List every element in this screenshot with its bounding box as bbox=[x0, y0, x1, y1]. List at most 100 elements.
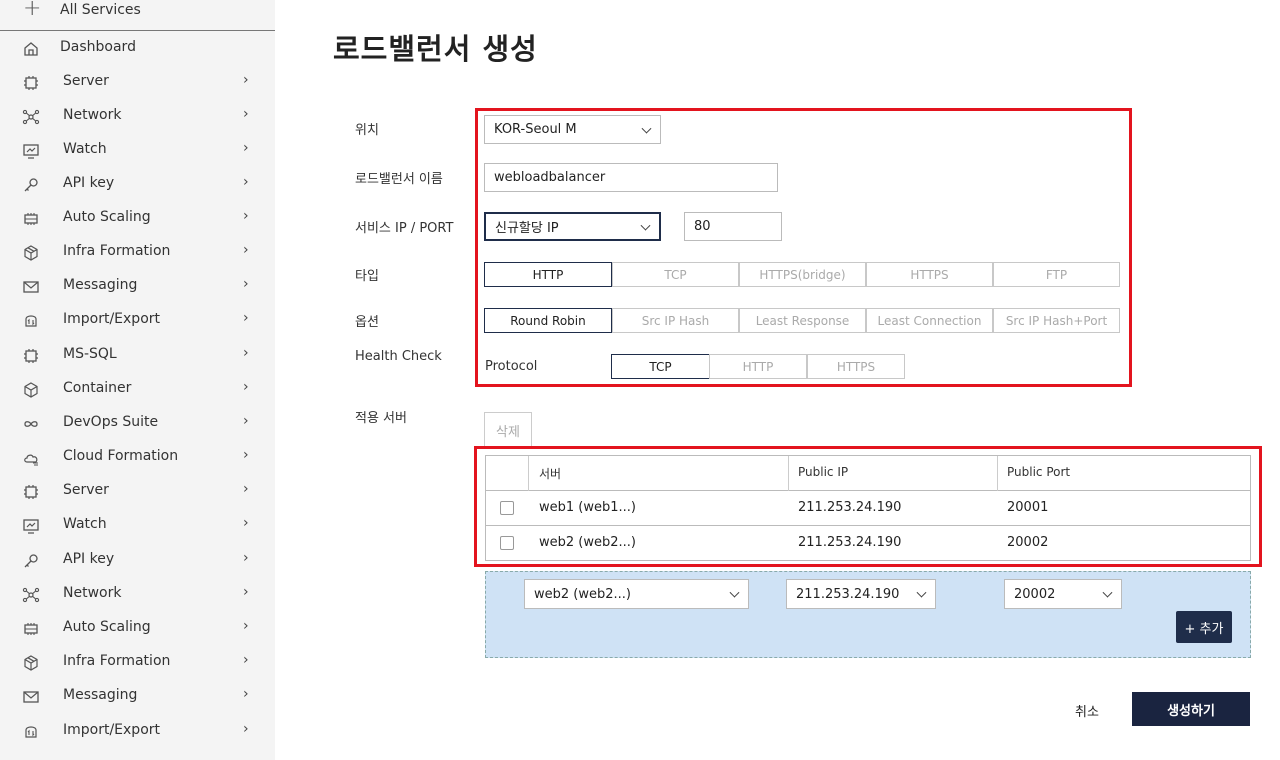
cancel-button[interactable]: 취소 bbox=[1075, 701, 1099, 720]
type-label: 타입 bbox=[355, 269, 379, 284]
chevron-right-icon: › bbox=[243, 618, 249, 634]
sidebar-item-label: Watch bbox=[63, 141, 107, 157]
add-ip-value: 211.253.24.190 bbox=[796, 586, 900, 602]
health-check-label: Health Check bbox=[355, 349, 442, 364]
option-label: 옵션 bbox=[355, 315, 379, 330]
chevron-right-icon: › bbox=[243, 345, 249, 361]
chevron-right-icon: › bbox=[243, 140, 249, 156]
sidebar-item-label: DevOps Suite bbox=[63, 414, 159, 430]
sidebar-item-watch[interactable]: Watch › bbox=[0, 133, 275, 167]
box-icon bbox=[22, 381, 40, 399]
chevron-right-icon: › bbox=[243, 106, 249, 122]
location-label: 위치 bbox=[355, 123, 379, 138]
applied-servers-label: 적용 서버 bbox=[355, 411, 407, 426]
create-button[interactable]: 생성하기 bbox=[1132, 692, 1250, 726]
chip-icon bbox=[22, 347, 40, 365]
sidebar-item-auto-scaling[interactable]: Auto Scaling › bbox=[0, 201, 275, 235]
chevron-right-icon: › bbox=[243, 447, 249, 463]
sidebar-item-label: Auto Scaling bbox=[63, 619, 151, 635]
sidebar-item-ms-sql[interactable]: MS-SQL › bbox=[0, 338, 275, 372]
sidebar-item-label: Cloud Formation bbox=[63, 448, 179, 464]
chip-icon bbox=[22, 483, 40, 501]
home-icon bbox=[22, 40, 40, 58]
sidebar-item-watch-2[interactable]: Watch › bbox=[0, 508, 275, 542]
chevron-right-icon: › bbox=[243, 413, 249, 429]
chevron-right-icon: › bbox=[243, 174, 249, 190]
sidebar-item-label: API key bbox=[63, 175, 115, 191]
sidebar-item-devops-suite[interactable]: DevOps Suite › bbox=[0, 406, 275, 440]
chevron-down-icon bbox=[1102, 587, 1113, 598]
cube-icon bbox=[22, 244, 40, 262]
cloud-icon bbox=[22, 449, 40, 467]
name-label: 로드밸런서 이름 bbox=[355, 172, 443, 187]
sidebar-item-label: Messaging bbox=[63, 687, 138, 703]
chevron-right-icon: › bbox=[243, 72, 249, 88]
sidebar-item-api-key[interactable]: API key › bbox=[0, 167, 275, 201]
sidebar-item-container[interactable]: Container › bbox=[0, 372, 275, 406]
chevron-right-icon: › bbox=[243, 379, 249, 395]
sidebar-item-server-2[interactable]: Server › bbox=[0, 474, 275, 508]
sidebar-item-label: MS-SQL bbox=[63, 346, 117, 362]
sidebar-item-label: Import/Export bbox=[63, 311, 161, 327]
chip-icon bbox=[22, 74, 40, 92]
chevron-down-icon bbox=[916, 587, 927, 598]
sidebar-item-label: Infra Formation bbox=[63, 653, 171, 669]
sidebar-item-label: Network bbox=[63, 585, 122, 601]
chevron-right-icon: › bbox=[243, 276, 249, 292]
chevron-right-icon: › bbox=[243, 686, 249, 702]
add-server-value: web2 (web2...) bbox=[534, 586, 631, 602]
plus-icon: + bbox=[23, 0, 42, 21]
scaling-icon bbox=[22, 210, 40, 228]
sidebar-item-cloud-formation[interactable]: Cloud Formation › bbox=[0, 440, 275, 474]
table-highlight-box bbox=[474, 446, 1262, 567]
chevron-right-icon: › bbox=[243, 310, 249, 326]
sidebar-item-messaging[interactable]: Messaging › bbox=[0, 269, 275, 303]
sidebar-item-infra-formation[interactable]: Infra Formation › bbox=[0, 235, 275, 269]
sidebar-item-api-key-2[interactable]: API key › bbox=[0, 543, 275, 577]
chevron-right-icon: › bbox=[243, 584, 249, 600]
cube-icon bbox=[22, 654, 40, 672]
transfer-icon bbox=[22, 312, 40, 330]
sidebar-item-auto-scaling-2[interactable]: Auto Scaling › bbox=[0, 611, 275, 645]
monitor-chart-icon bbox=[22, 517, 40, 535]
chevron-right-icon: › bbox=[243, 652, 249, 668]
add-port-select[interactable]: 20002 bbox=[1004, 579, 1122, 609]
sidebar-item-dashboard[interactable]: Dashboard bbox=[0, 31, 275, 65]
sidebar-item-label: Watch bbox=[63, 516, 107, 532]
sidebar-item-import-export-2[interactable]: Import/Export › bbox=[0, 714, 275, 748]
add-ip-select[interactable]: 211.253.24.190 bbox=[786, 579, 936, 609]
sidebar-item-label: Auto Scaling bbox=[63, 209, 151, 225]
sidebar-item-label: Network bbox=[63, 107, 122, 123]
sidebar-item-network[interactable]: Network › bbox=[0, 99, 275, 133]
service-ip-port-label: 서비스 IP / PORT bbox=[355, 221, 454, 236]
delete-button[interactable]: 삭제 bbox=[484, 412, 532, 448]
scaling-icon bbox=[22, 620, 40, 638]
transfer-icon bbox=[22, 723, 40, 741]
sidebar-item-label: Server bbox=[63, 482, 109, 498]
chevron-right-icon: › bbox=[243, 481, 249, 497]
sidebar-item-import-export[interactable]: Import/Export › bbox=[0, 303, 275, 337]
settings-highlight-box bbox=[475, 108, 1132, 387]
key-icon bbox=[22, 176, 40, 194]
envelope-icon bbox=[22, 688, 40, 706]
all-services-button[interactable]: + All Services bbox=[0, 0, 275, 31]
envelope-icon bbox=[22, 278, 40, 296]
sidebar-item-label: Infra Formation bbox=[63, 243, 171, 259]
add-button[interactable]: + 추가 bbox=[1176, 611, 1232, 643]
chevron-right-icon: › bbox=[243, 242, 249, 258]
sidebar-item-label: Dashboard bbox=[60, 39, 136, 55]
sidebar-item-label: Server bbox=[63, 73, 109, 89]
chevron-right-icon: › bbox=[243, 208, 249, 224]
chevron-down-icon bbox=[729, 587, 740, 598]
sidebar-item-infra-formation-2[interactable]: Infra Formation › bbox=[0, 645, 275, 679]
chevron-right-icon: › bbox=[243, 515, 249, 531]
chevron-right-icon: › bbox=[243, 721, 249, 737]
network-icon bbox=[22, 586, 40, 604]
add-server-select[interactable]: web2 (web2...) bbox=[524, 579, 749, 609]
sidebar-item-label: Import/Export bbox=[63, 722, 161, 738]
sidebar-item-network-2[interactable]: Network › bbox=[0, 577, 275, 611]
sidebar-item-server[interactable]: Server › bbox=[0, 65, 275, 99]
infinity-icon bbox=[22, 415, 40, 433]
sidebar-item-label: Container bbox=[63, 380, 132, 396]
sidebar-item-messaging-2[interactable]: Messaging › bbox=[0, 679, 275, 713]
